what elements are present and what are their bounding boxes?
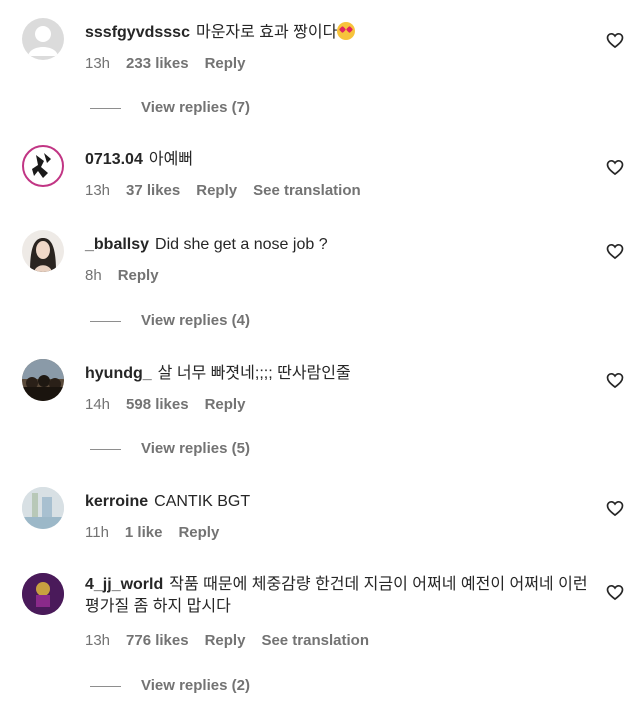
divider	[90, 448, 121, 450]
see-translation-button[interactable]: See translation	[253, 182, 361, 200]
comment-username[interactable]: sssfgyvdsssc	[85, 24, 190, 41]
comment-username[interactable]: kerroine	[85, 493, 148, 510]
likes-count[interactable]: 1 like	[125, 524, 163, 542]
comment-time: 13h	[85, 182, 111, 199]
comment-meta: 13h 37 likes Reply See translation	[85, 182, 361, 200]
avatar[interactable]	[22, 359, 64, 401]
comment-time: 13h	[85, 55, 111, 72]
divider	[90, 685, 121, 687]
comment-body: 0713.04 아예뻐	[85, 149, 595, 171]
comment-meta: 13h 233 likes Reply	[85, 55, 245, 73]
heart-outline-icon[interactable]	[605, 370, 625, 390]
reply-button[interactable]: Reply	[205, 55, 246, 73]
view-replies-label[interactable]: View replies (2)	[141, 677, 250, 695]
default-avatar-icon[interactable]	[22, 18, 64, 60]
comment-body: hyundg_ 살 너무 빠졋네;;;; 딴사람인줄	[85, 363, 595, 385]
comment-username[interactable]: _bballsy	[85, 236, 149, 253]
divider	[90, 320, 121, 322]
view-replies-button[interactable]: View replies (7)	[90, 99, 250, 117]
view-replies-label[interactable]: View replies (7)	[141, 99, 250, 117]
view-replies-button[interactable]: View replies (2)	[90, 677, 250, 695]
comment-username[interactable]: 0713.04	[85, 151, 143, 168]
avatar[interactable]	[22, 145, 64, 187]
reply-button[interactable]: Reply	[178, 524, 219, 542]
comment-text: 살 너무 빠졋네;;;; 딴사람인줄	[157, 365, 351, 382]
likes-count[interactable]: 37 likes	[126, 182, 180, 200]
view-replies-button[interactable]: View replies (4)	[90, 312, 250, 330]
reply-button[interactable]: Reply	[205, 632, 246, 650]
comment-text: Did she get a nose job ?	[155, 236, 328, 253]
comment-time: 13h	[85, 632, 111, 649]
comment-time: 11h	[85, 524, 109, 541]
see-translation-button[interactable]: See translation	[261, 632, 369, 650]
comment-meta: 11h 1 like Reply	[85, 524, 219, 542]
comment-text: 아예뻐	[148, 151, 194, 168]
comment-username[interactable]: hyundg_	[85, 365, 152, 382]
likes-count[interactable]: 598 likes	[126, 396, 189, 414]
divider	[90, 107, 121, 109]
comment-meta: 14h 598 likes Reply	[85, 396, 245, 414]
reply-button[interactable]: Reply	[118, 267, 159, 285]
view-replies-label[interactable]: View replies (4)	[141, 312, 250, 330]
comment-body: kerroine CANTIK BGT	[85, 491, 595, 513]
comment-text: 마운자로 효과 짱이다	[195, 24, 338, 41]
comment-meta: 13h 776 likes Reply See translation	[85, 632, 369, 650]
comment-body: sssfgyvdsssc 마운자로 효과 짱이다	[85, 22, 595, 44]
heart-outline-icon[interactable]	[605, 30, 625, 50]
view-replies-button[interactable]: View replies (5)	[90, 440, 250, 458]
likes-count[interactable]: 776 likes	[126, 632, 189, 650]
heart-outline-icon[interactable]	[605, 498, 625, 518]
heart-outline-icon[interactable]	[605, 241, 625, 261]
heart-eyes-emoji-icon	[337, 22, 356, 40]
comment-body: _bballsy Did she get a nose job ?	[85, 234, 595, 256]
comment-meta: 8h Reply	[85, 267, 159, 285]
heart-outline-icon[interactable]	[605, 582, 625, 602]
avatar[interactable]	[22, 573, 64, 615]
likes-count[interactable]: 233 likes	[126, 55, 189, 73]
avatar[interactable]	[22, 230, 64, 272]
avatar[interactable]	[22, 487, 64, 529]
comment-text: CANTIK BGT	[154, 493, 251, 510]
comment-username[interactable]: 4_jj_world	[85, 576, 163, 593]
view-replies-label[interactable]: View replies (5)	[141, 440, 250, 458]
comment-time: 14h	[85, 396, 111, 413]
comment-time: 8h	[85, 267, 102, 284]
reply-button[interactable]: Reply	[205, 396, 246, 414]
reply-button[interactable]: Reply	[196, 182, 237, 200]
comment-body: 4_jj_world 작품 때문에 체중감량 한건데 지금이 어쩌네 예전이 어쩌…	[85, 574, 595, 618]
heart-outline-icon[interactable]	[605, 157, 625, 177]
